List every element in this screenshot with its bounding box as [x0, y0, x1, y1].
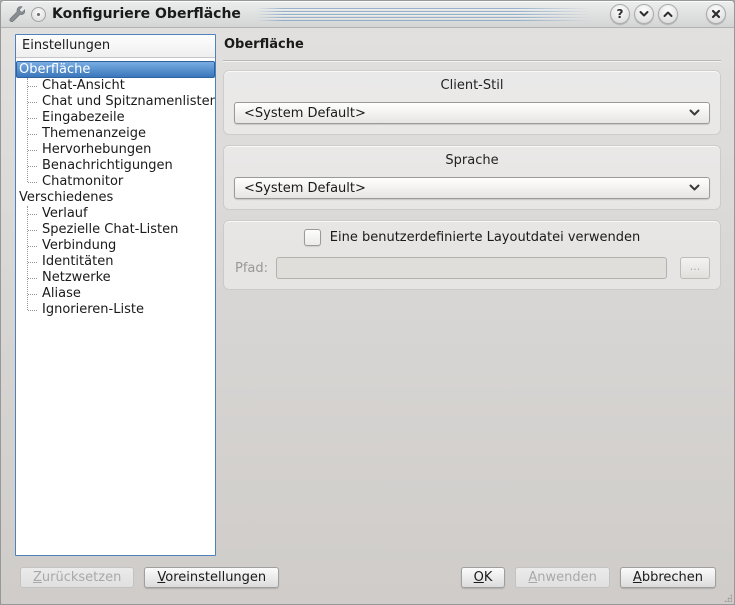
defaults-button[interactable]: Voreinstellungen: [144, 567, 279, 588]
button-mnemonic: A: [633, 570, 642, 585]
language-select[interactable]: <System Default>: [234, 177, 710, 199]
button-mnemonic: A: [528, 570, 537, 585]
custom-layout-checkbox[interactable]: [304, 229, 321, 246]
button-label: nwenden: [537, 570, 597, 585]
keep-below-button[interactable]: [634, 4, 654, 24]
sidebar-item-label: Identitäten: [42, 254, 113, 269]
button-mnemonic: O: [474, 570, 484, 585]
footer-right-buttons: OK Anwenden Abbrechen: [461, 567, 716, 588]
close-button[interactable]: [706, 4, 726, 24]
settings-tree: Oberfläche Chat-Ansicht Chat und Spitzna…: [16, 58, 215, 318]
sidebar-item-label: Verlauf: [42, 206, 88, 221]
custom-layout-checkbox-label[interactable]: Eine benutzerdefinierte Layoutdatei verw…: [330, 230, 640, 245]
sidebar-item-label: Ignorieren-Liste: [42, 302, 144, 317]
sidebar-item-label: Verschiedenes: [19, 190, 113, 205]
sidebar-item-hervorhebungen[interactable]: Hervorhebungen: [16, 142, 215, 158]
language-group-title: Sprache: [234, 153, 710, 168]
sidebar-item-identitaeten[interactable]: Identitäten: [16, 254, 215, 270]
resize-grip[interactable]: [724, 594, 732, 602]
sidebar-item-chatmonitor[interactable]: Chatmonitor: [16, 174, 215, 190]
button-label: oreinstellungen: [165, 570, 266, 585]
sidebar-item-verlauf[interactable]: Verlauf: [16, 206, 215, 222]
settings-sidebar: Einstellungen Oberfläche Chat-Ansicht Ch…: [15, 34, 216, 556]
sidebar-item-oberflaeche[interactable]: Oberfläche: [16, 61, 215, 78]
help-button[interactable]: ?: [610, 4, 630, 24]
window-menu-button[interactable]: [31, 7, 46, 22]
main-panel: Oberfläche Client-Stil <System Default> …: [223, 34, 721, 290]
button-label: bbrechen: [642, 570, 703, 585]
sidebar-item-label: Spezielle Chat-Listen: [42, 222, 178, 237]
sidebar-item-verschiedenes[interactable]: Verschiedenes: [16, 190, 215, 206]
wrench-icon: [7, 5, 25, 23]
titlebar-buttons: ?: [610, 4, 726, 24]
dialog-window: Konfiguriere Oberfläche ? Einstellungen …: [0, 0, 735, 605]
sidebar-item-label: Chatmonitor: [42, 174, 123, 189]
sidebar-item-label: Aliase: [42, 286, 81, 301]
sidebar-item-label: Hervorhebungen: [42, 142, 151, 157]
sidebar-item-label: Eingabezeile: [42, 110, 125, 125]
sidebar-item-label: Oberfläche: [19, 62, 90, 77]
sidebar-item-label: Chat-Ansicht: [42, 78, 125, 93]
sidebar-header: Einstellungen: [16, 35, 215, 58]
path-input[interactable]: [276, 257, 667, 279]
apply-button[interactable]: Anwenden: [515, 567, 610, 588]
sidebar-item-aliase[interactable]: Aliase: [16, 286, 215, 302]
sidebar-item-netzwerke[interactable]: Netzwerke: [16, 270, 215, 286]
sidebar-item-label: Chat und Spitznamenlisten: [42, 94, 216, 109]
page-title: Oberfläche: [224, 37, 721, 52]
sidebar-item-label: Benachrichtigungen: [42, 158, 173, 173]
sidebar-item-benachrichtigungen[interactable]: Benachrichtigungen: [16, 158, 215, 174]
chevron-up-icon: [663, 10, 673, 18]
button-mnemonic: Z: [33, 570, 42, 585]
close-icon: [711, 9, 721, 19]
chevron-down-icon: [689, 109, 700, 117]
client-style-select[interactable]: <System Default>: [234, 102, 710, 124]
button-label: K: [484, 570, 493, 585]
sidebar-item-label: Netzwerke: [42, 270, 111, 285]
dialog-footer: Zurücksetzen Voreinstellungen OK Anwende…: [20, 567, 716, 588]
cancel-button[interactable]: Abbrechen: [620, 567, 716, 588]
chevron-down-icon: [639, 10, 649, 18]
sidebar-item-eingabezeile[interactable]: Eingabezeile: [16, 110, 215, 126]
tree-children-oberflaeche: Chat-Ansicht Chat und Spitznamenlisten E…: [16, 78, 215, 190]
sidebar-item-label: Themenanzeige: [42, 126, 146, 141]
language-selected-value: <System Default>: [244, 181, 689, 196]
help-icon: ?: [617, 7, 624, 21]
ok-button[interactable]: OK: [461, 567, 506, 588]
button-label: urücksetzen: [42, 570, 121, 585]
footer-left-buttons: Zurücksetzen Voreinstellungen: [20, 567, 279, 588]
keep-above-button[interactable]: [658, 4, 678, 24]
client-style-selected-value: <System Default>: [244, 106, 689, 121]
sidebar-item-chat-ansicht[interactable]: Chat-Ansicht: [16, 78, 215, 94]
language-group: Sprache <System Default>: [223, 145, 721, 210]
sidebar-item-themenanzeige[interactable]: Themenanzeige: [16, 126, 215, 142]
client-style-group-title: Client-Stil: [234, 78, 710, 93]
custom-layout-check-row: Eine benutzerdefinierte Layoutdatei verw…: [234, 229, 710, 246]
sidebar-item-spezielle-chat-listen[interactable]: Spezielle Chat-Listen: [16, 222, 215, 238]
reset-button[interactable]: Zurücksetzen: [20, 567, 134, 588]
client-style-group: Client-Stil <System Default>: [223, 70, 721, 135]
sidebar-item-ignorieren-liste[interactable]: Ignorieren-Liste: [16, 302, 215, 318]
titlebar[interactable]: Konfiguriere Oberfläche ?: [1, 1, 734, 28]
path-row: Pfad: ...: [234, 257, 710, 279]
browse-button[interactable]: ...: [680, 257, 710, 279]
sidebar-item-label: Verbindung: [42, 238, 116, 253]
sidebar-item-chat-und-spitznamenlisten[interactable]: Chat und Spitznamenlisten: [16, 94, 215, 110]
path-label: Pfad:: [235, 261, 268, 276]
titlebar-decoration: [257, 8, 590, 21]
tree-children-verschiedenes: Verlauf Spezielle Chat-Listen Verbindung…: [16, 206, 215, 318]
title-separator: [223, 60, 721, 61]
window-title: Konfiguriere Oberfläche: [52, 6, 241, 22]
sidebar-item-verbindung[interactable]: Verbindung: [16, 238, 215, 254]
dialog-body: Einstellungen Oberfläche Chat-Ansicht Ch…: [1, 28, 734, 604]
chevron-down-icon: [689, 184, 700, 192]
custom-layout-group: Eine benutzerdefinierte Layoutdatei verw…: [223, 220, 721, 290]
